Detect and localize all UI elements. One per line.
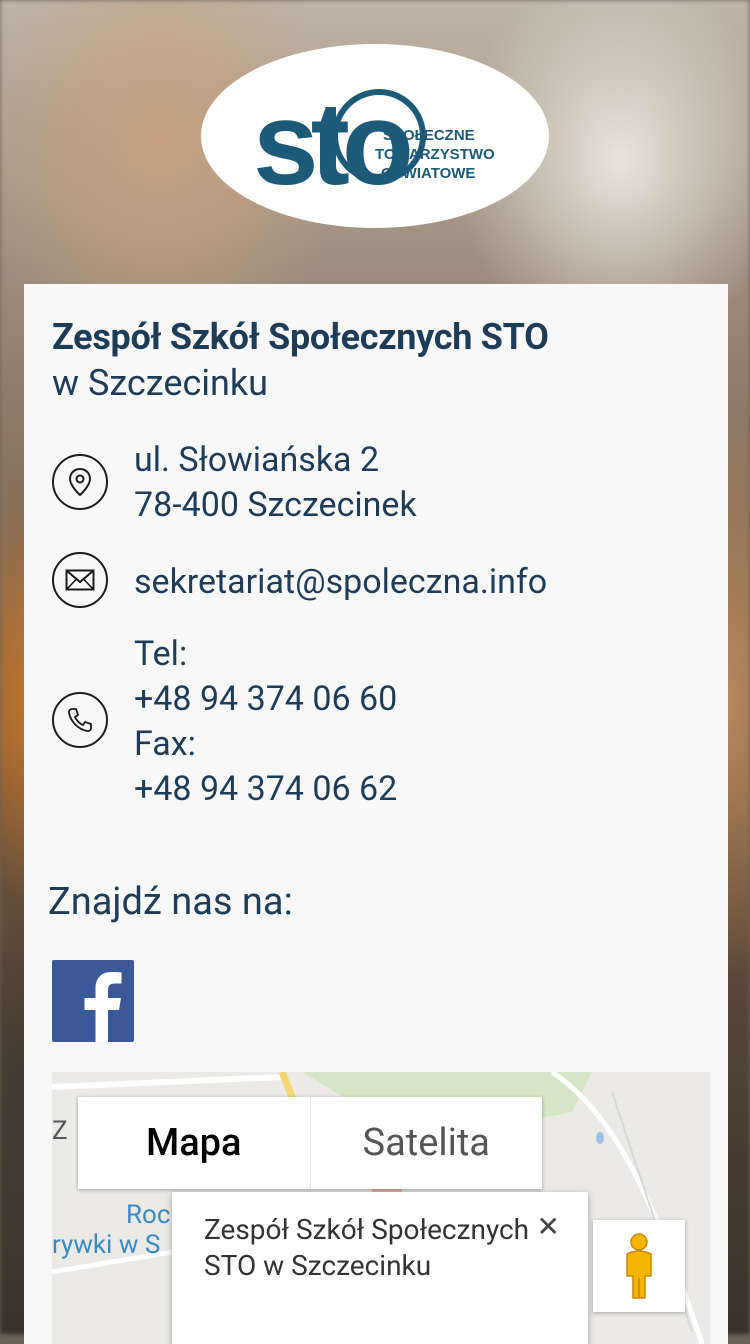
tel-number[interactable]: +48 94 374 06 60 <box>134 677 397 722</box>
phone-info: Tel: +48 94 374 06 60 Fax: +48 94 374 06… <box>134 632 397 812</box>
fax-label: Fax: <box>134 724 196 764</box>
sto-logo[interactable]: sto SPOŁECZNE TOWARZYSTWO OŚWIATOWE <box>201 44 549 228</box>
google-map[interactable]: Z Roc rywki w S Mapa Satelita Zespół Szk… <box>52 1072 710 1344</box>
envelope-icon <box>52 552 108 608</box>
close-icon[interactable]: ✕ <box>537 1210 560 1243</box>
map-tab-button[interactable]: Mapa <box>78 1097 310 1189</box>
email-link[interactable]: sekretariat@spoleczna.info <box>134 560 547 605</box>
phone-icon <box>52 692 108 748</box>
map-label-roc: Roc <box>126 1200 171 1230</box>
fax-number[interactable]: +48 94 374 06 62 <box>134 767 397 812</box>
map-label-z: Z <box>52 1116 68 1146</box>
svg-text:OŚWIATOWE: OŚWIATOWE <box>381 164 475 182</box>
map-label-rywki: rywki w S <box>52 1230 161 1260</box>
address-line-2: 78-400 Szczecinek <box>134 485 417 525</box>
find-us-heading: Znajdź nas na: <box>48 880 293 924</box>
tel-label: Tel: <box>134 634 188 674</box>
school-name: Zespół Szkół Społecznych STO <box>52 316 549 358</box>
street-view-pegman-icon[interactable] <box>593 1220 685 1312</box>
info-window-title: Zespół Szkół Społecznych STO w Szczecink… <box>204 1213 530 1282</box>
satellite-tab-button[interactable]: Satelita <box>309 1097 543 1189</box>
svg-text:TOWARZYSTWO: TOWARZYSTWO <box>375 146 495 163</box>
svg-text:sto: sto <box>253 78 410 210</box>
map-type-control: Mapa Satelita <box>78 1097 542 1189</box>
address-line-1: ul. Słowiańska 2 <box>134 440 380 480</box>
school-location: w Szczecinku <box>52 362 269 404</box>
contact-card: Zespół Szkół Społecznych STO w Szczecink… <box>24 284 728 1344</box>
sto-logo-graphic: sto SPOŁECZNE TOWARZYSTWO OŚWIATOWE <box>253 78 495 210</box>
address: ul. Słowiańska 2 78-400 Szczecinek <box>134 438 417 528</box>
location-pin-icon <box>52 454 108 510</box>
svg-text:SPOŁECZNE: SPOŁECZNE <box>383 127 475 144</box>
facebook-icon[interactable] <box>52 960 134 1042</box>
map-info-window: Zespół Szkół Społecznych STO w Szczecink… <box>172 1192 588 1344</box>
